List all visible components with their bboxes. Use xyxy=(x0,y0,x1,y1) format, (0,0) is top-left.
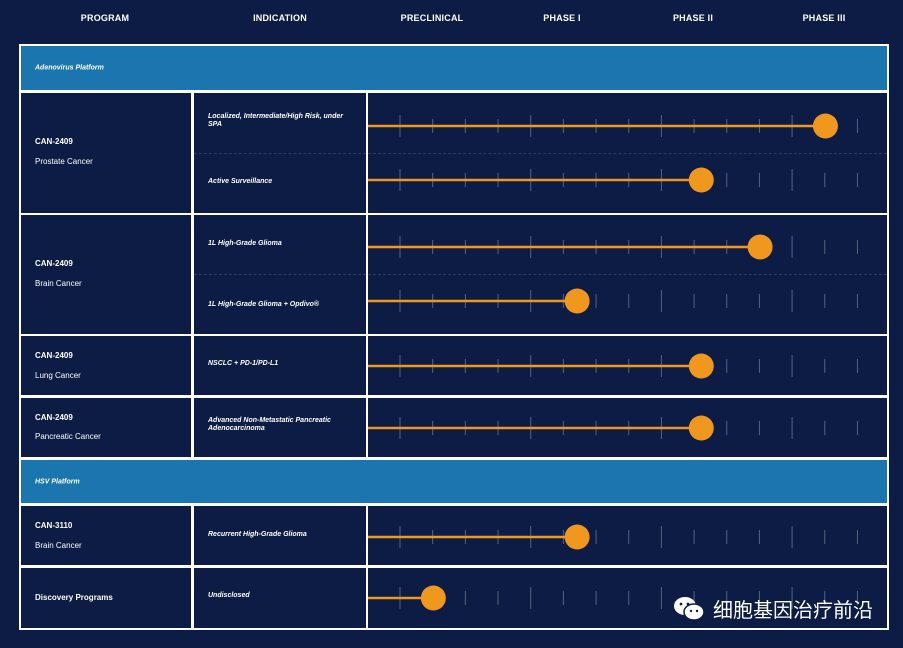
progress-marker xyxy=(812,113,838,139)
progress-marker xyxy=(688,415,714,441)
watermark-text: 细胞基因治疗前沿 xyxy=(713,600,873,622)
wechat-icon xyxy=(673,595,705,623)
progress-marker xyxy=(564,288,590,314)
progress-marker xyxy=(564,524,590,550)
progress-marker xyxy=(420,585,446,611)
watermark: 细胞基因治疗前沿 xyxy=(673,594,873,623)
progress-marker xyxy=(688,353,714,379)
progress-marker xyxy=(688,167,714,193)
progress-marker xyxy=(747,234,773,260)
pipeline-bars xyxy=(368,113,858,611)
